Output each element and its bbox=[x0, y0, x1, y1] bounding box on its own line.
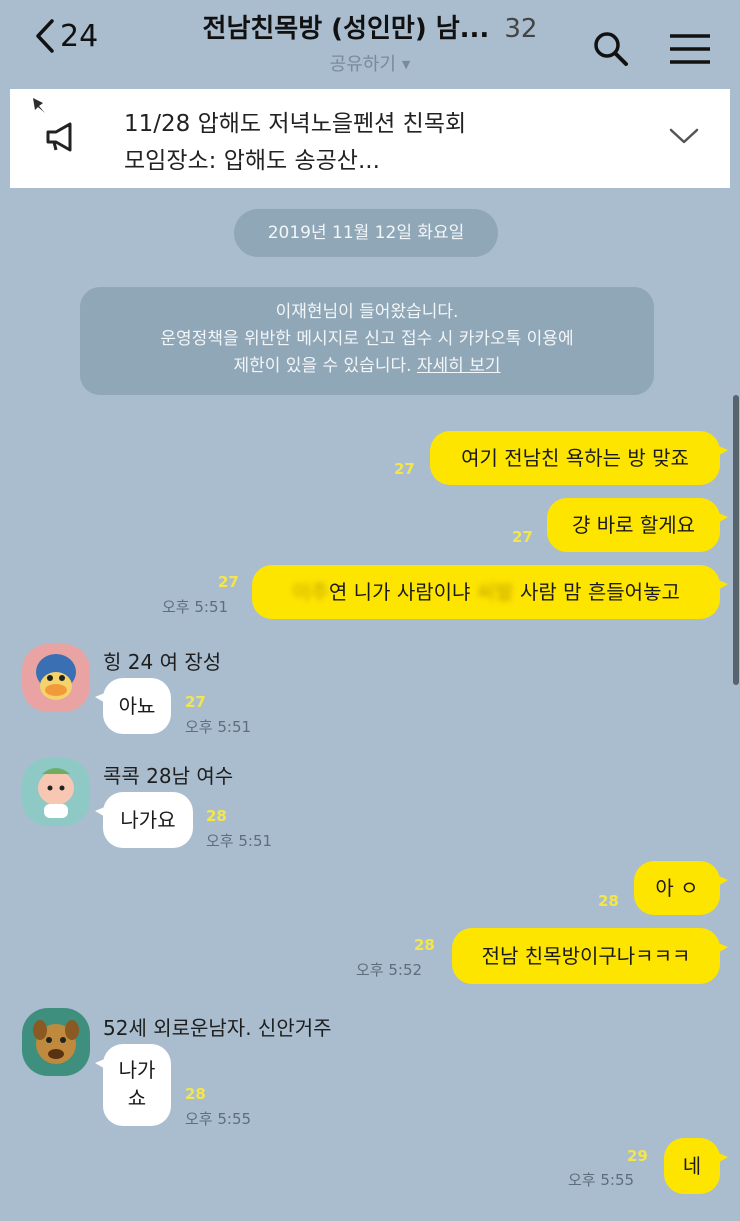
message-text: 사람 맘 흔들어놓고 bbox=[519, 580, 680, 604]
menu-button[interactable] bbox=[668, 32, 712, 70]
message-text: 여기 전남친 욕하는 방 맞죠 bbox=[461, 446, 689, 470]
chat-header: 24 전남친목방 (성인만) 남... 32 공유하기 ▼ bbox=[0, 0, 740, 86]
expand-notice-button[interactable] bbox=[669, 127, 699, 149]
message-text: 네 bbox=[682, 1154, 702, 1178]
message-time: 오후 5:51 bbox=[206, 832, 273, 850]
message-text: 전남 친목방이구나ㅋㅋㅋ bbox=[481, 944, 691, 968]
system-notice: 이재현님이 들어왔습니다. 운영정책을 위반한 메시지로 신고 접수 시 카카오… bbox=[80, 287, 654, 395]
avatar[interactable] bbox=[22, 758, 90, 826]
scrollbar[interactable] bbox=[733, 395, 739, 685]
avatar[interactable] bbox=[22, 1008, 90, 1076]
back-button[interactable]: 24 bbox=[34, 18, 98, 54]
hamburger-menu-icon bbox=[670, 34, 710, 64]
unread-count: 28 bbox=[185, 1085, 206, 1103]
message-text: 나가 bbox=[118, 1058, 156, 1082]
sender-name: 52세 외로운남자. 신안거주 bbox=[103, 1016, 332, 1040]
duck-avatar-icon bbox=[36, 654, 76, 700]
notice-banner[interactable]: 11/28 압해도 저녁노을펜션 친목회 모임장소: 압해도 송공산... bbox=[10, 89, 730, 188]
my-message-bubble[interactable]: 아 ㅇ bbox=[634, 861, 728, 915]
notice-subtitle: 모임장소: 압해도 송공산... bbox=[124, 148, 380, 174]
message-time: 오후 5:52 bbox=[356, 961, 423, 979]
share-label: 공유하기 bbox=[329, 54, 396, 75]
unread-count: 27 bbox=[185, 693, 206, 711]
message-time: 오후 5:55 bbox=[185, 1110, 252, 1128]
system-policy-text-2: 제한이 있을 수 있습니다. 자세히 보기 bbox=[80, 353, 654, 380]
my-message-bubble[interactable]: 전남 친목방이구나ㅋㅋㅋ bbox=[452, 928, 728, 984]
megaphone-icon bbox=[42, 117, 82, 161]
details-link[interactable]: 자세히 보기 bbox=[417, 356, 501, 376]
pin-icon bbox=[30, 97, 48, 119]
unread-count: 27 bbox=[394, 460, 415, 478]
my-message-bubble[interactable]: 걍 바로 할게요 bbox=[547, 498, 728, 552]
message-text: 쇼 bbox=[127, 1086, 147, 1110]
unread-count: 27 bbox=[512, 528, 533, 546]
peach-avatar-icon bbox=[38, 768, 74, 818]
search-button[interactable] bbox=[592, 30, 630, 72]
avatar[interactable] bbox=[22, 644, 90, 712]
member-count: 32 bbox=[504, 14, 538, 44]
their-message-bubble[interactable]: 나가요 bbox=[95, 792, 193, 848]
my-message-bubble[interactable]: 여기 전남친 욕하는 방 맞죠 bbox=[430, 431, 728, 485]
message-text: 연 니가 사람이냐 bbox=[328, 580, 471, 604]
my-message-bubble[interactable]: 이주연 니가 사람이냐 씨발 사람 맘 흔들어놓고 bbox=[252, 565, 728, 619]
message-time: 오후 5:55 bbox=[568, 1171, 635, 1189]
date-divider: 2019년 11월 12일 화요일 bbox=[234, 209, 498, 257]
notice-title: 11/28 압해도 저녁노을펜션 친목회 bbox=[124, 111, 467, 137]
unread-count: 28 bbox=[414, 936, 435, 954]
back-unread-count: 24 bbox=[60, 18, 99, 54]
system-policy-text: 운영정책을 위반한 메시지로 신고 접수 시 카카오톡 이용에 bbox=[160, 329, 574, 349]
message-time: 오후 5:51 bbox=[162, 598, 229, 616]
chat-title: 전남친목방 (성인만) 남... 32 bbox=[150, 8, 590, 45]
message-time: 오후 5:51 bbox=[185, 718, 252, 736]
message-text: 걍 바로 할게요 bbox=[571, 513, 696, 537]
censored-text: 씨발 bbox=[476, 580, 514, 604]
unread-count: 27 bbox=[218, 573, 239, 591]
chat-room-name: 전남친목방 (성인만) 남... bbox=[202, 14, 490, 44]
censored-text: 이주 bbox=[292, 580, 329, 604]
dog-avatar-icon bbox=[33, 1020, 79, 1064]
chevron-down-icon bbox=[669, 128, 699, 144]
unread-count: 29 bbox=[627, 1147, 648, 1165]
my-message-bubble[interactable]: 네 bbox=[664, 1138, 728, 1194]
caret-down-icon: ▼ bbox=[401, 58, 411, 71]
message-text: 나가요 bbox=[120, 808, 176, 832]
their-message-bubble[interactable]: 나가 쇼 bbox=[95, 1044, 171, 1126]
system-policy-suffix: 제한이 있을 수 있습니다. bbox=[233, 356, 412, 376]
search-icon bbox=[594, 32, 628, 66]
message-text: 아뇨 bbox=[118, 694, 156, 718]
sender-name: 콕콕 28남 여수 bbox=[103, 764, 234, 788]
unread-count: 28 bbox=[598, 892, 619, 910]
system-join-text: 이재현님이 들어왔습니다. bbox=[275, 302, 459, 322]
sender-name: 힝 24 여 장성 bbox=[103, 650, 222, 674]
their-message-bubble[interactable]: 아뇨 bbox=[95, 678, 171, 734]
chevron-left-icon bbox=[36, 19, 54, 53]
unread-count: 28 bbox=[206, 807, 227, 825]
message-text: 아 ㅇ bbox=[655, 876, 699, 900]
